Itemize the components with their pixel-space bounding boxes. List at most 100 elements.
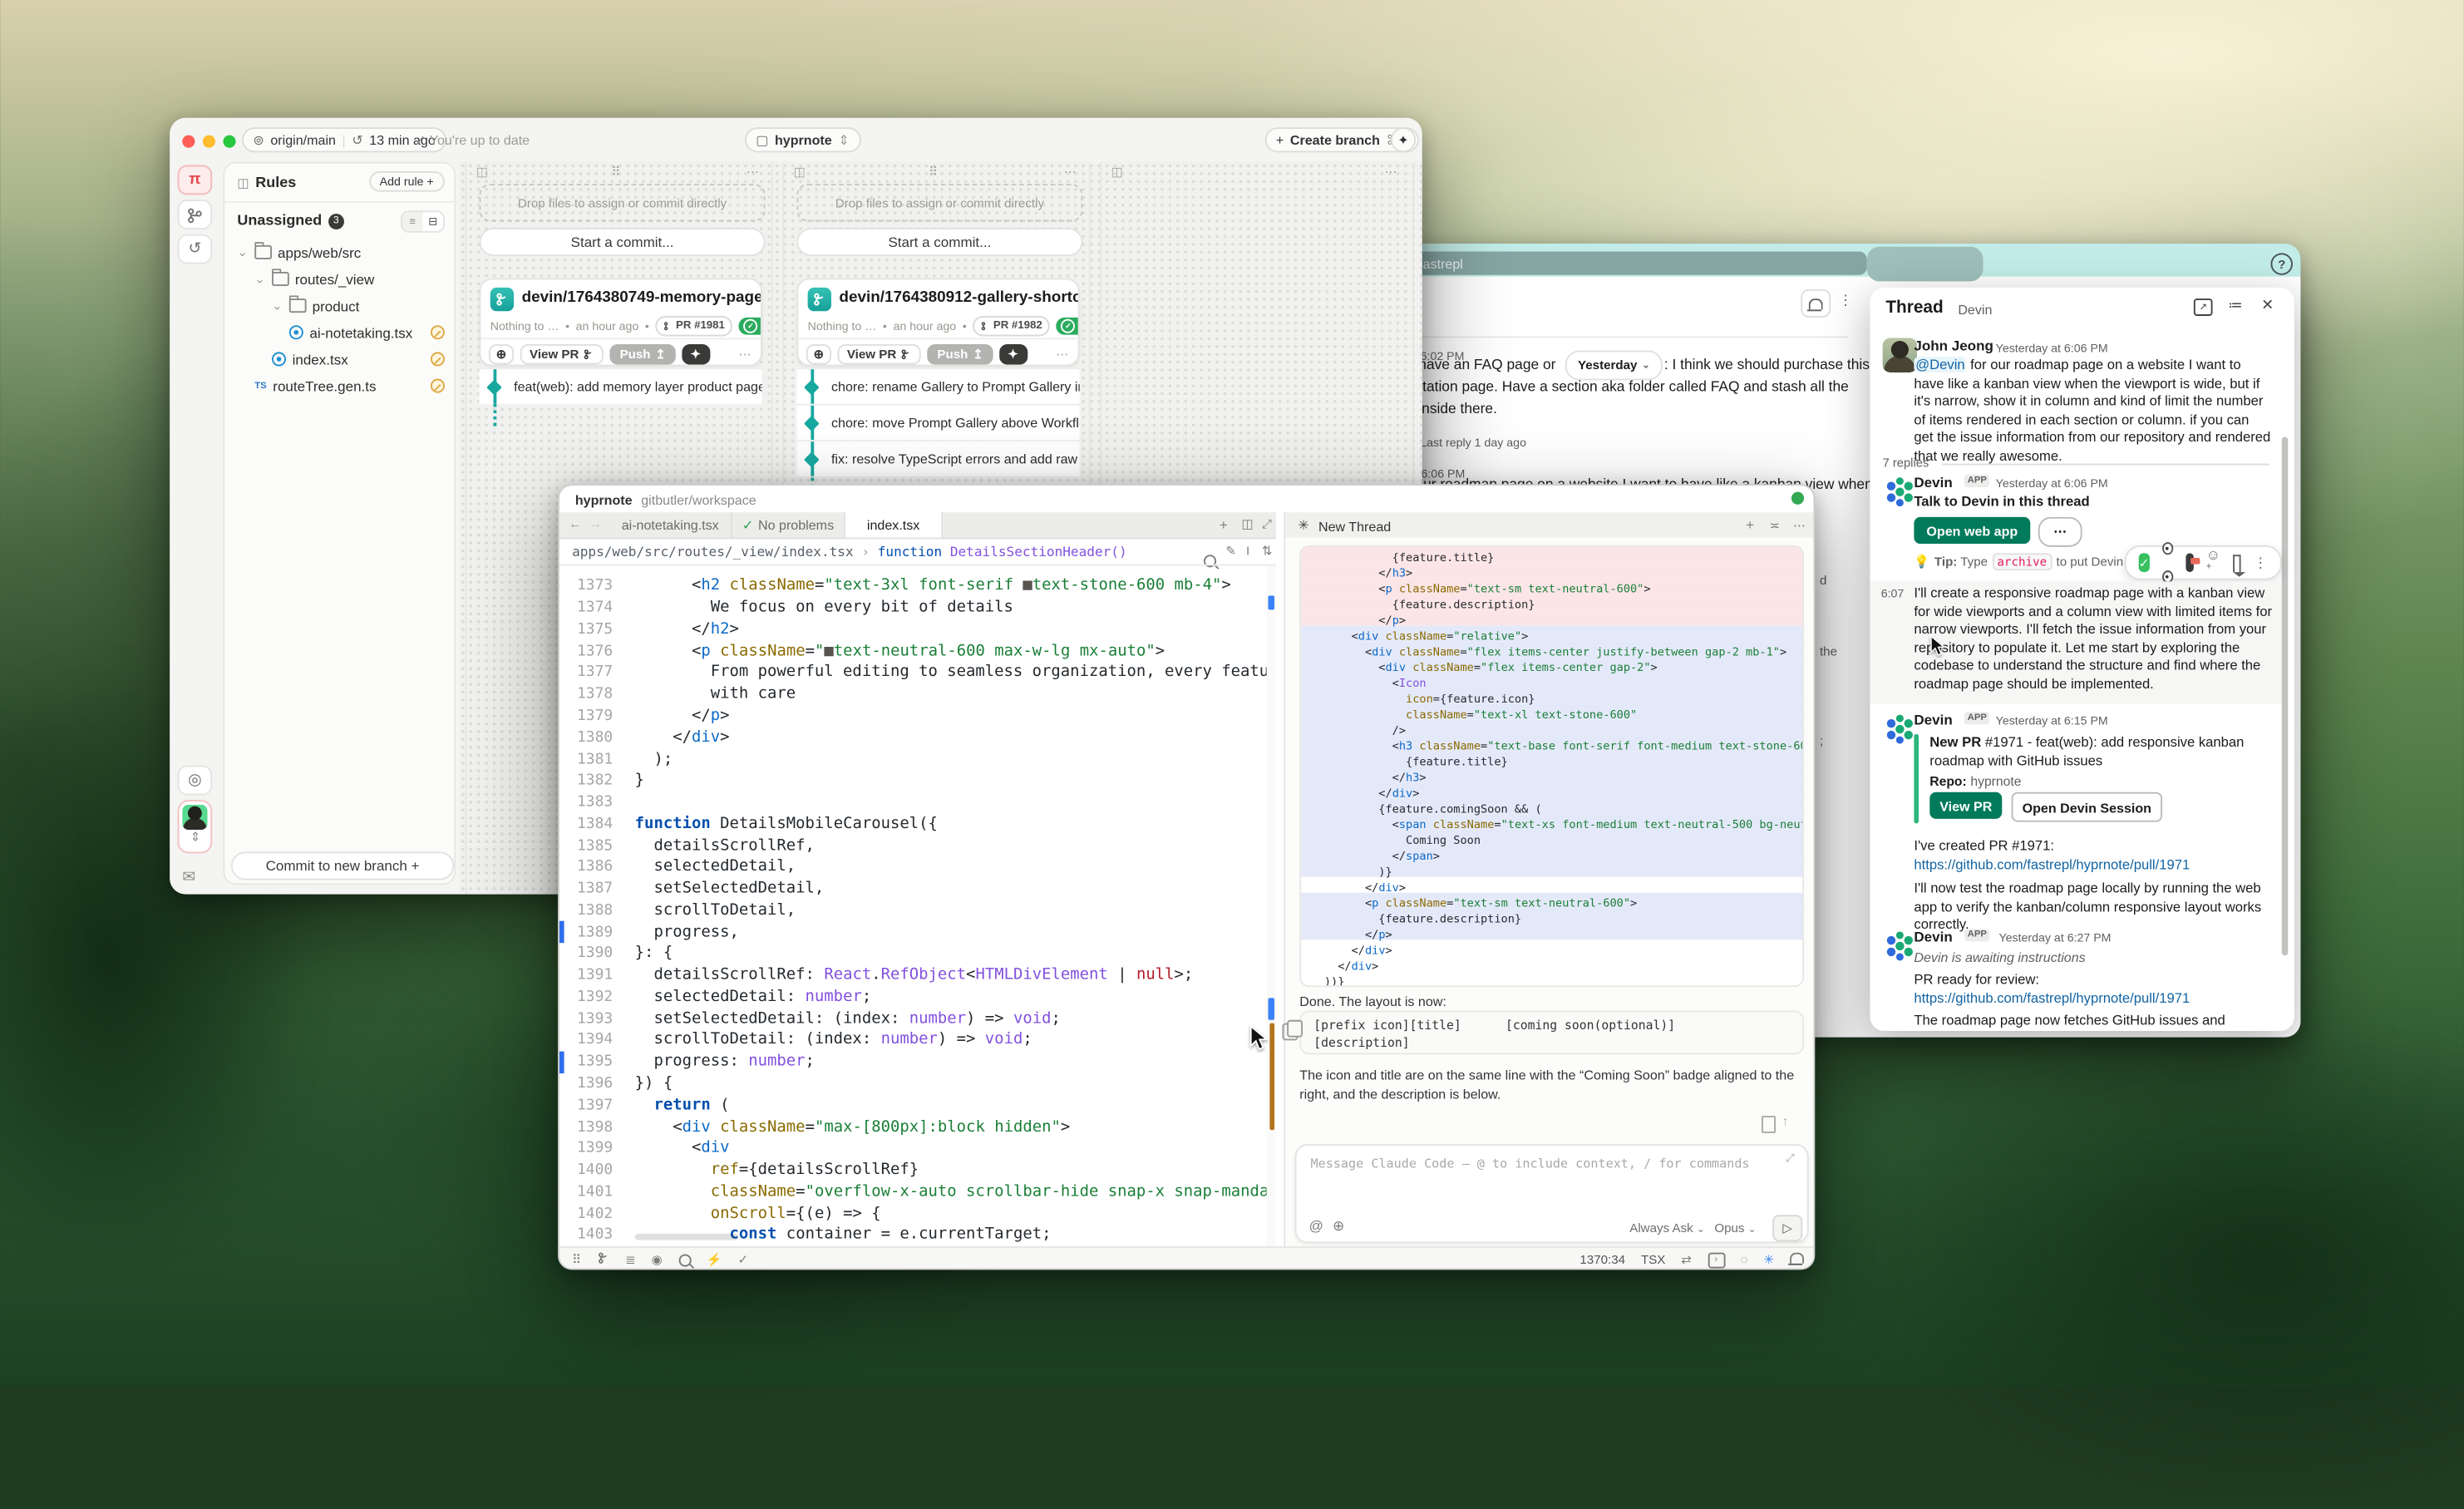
- new-tab-icon[interactable]: +: [1220, 517, 1228, 533]
- timestamp[interactable]: Yesterday at 6:06 PM: [1996, 476, 2108, 491]
- code-line[interactable]: 1396}) {: [559, 1073, 1267, 1094]
- lane-menu-icon[interactable]: ⋯: [747, 165, 759, 179]
- new-thread-icon[interactable]: +: [1746, 517, 1754, 533]
- timestamp[interactable]: Yesterday at 6:06 PM: [1996, 340, 2108, 354]
- kebab-icon[interactable]: ⋮: [1839, 293, 1853, 310]
- drag-handle-icon[interactable]: ⠿: [611, 165, 622, 179]
- ai-button[interactable]: ✦: [682, 344, 710, 365]
- thread-scrollbar[interactable]: [2282, 437, 2289, 956]
- devin-avatar[interactable]: [1883, 929, 1918, 964]
- pr-badge[interactable]: PR #1981: [655, 316, 732, 337]
- author-name[interactable]: Devin: [1914, 475, 1952, 491]
- cursor-position[interactable]: 1370:34: [1579, 1253, 1625, 1267]
- commit-to-new-branch-button[interactable]: Commit to new branch +: [231, 852, 454, 880]
- card-menu-icon[interactable]: ⋯: [738, 348, 751, 362]
- code-line[interactable]: 1379 </p>: [559, 705, 1267, 727]
- open-devin-session-button[interactable]: Open Devin Session: [2012, 792, 2162, 822]
- tab-index-tsx[interactable]: index.tsx: [845, 512, 943, 537]
- more-icon[interactable]: ⋯: [1793, 519, 1806, 533]
- commit-row[interactable]: fix: resolve TypeScript errors and add r…: [796, 440, 1079, 476]
- code-line[interactable]: 1382}: [559, 770, 1267, 791]
- file-tree-item[interactable]: TSrouteTree.gen.ts: [231, 372, 451, 399]
- branch-card[interactable]: devin/1764380912-gallery-shortcuts Nothi…: [796, 279, 1079, 367]
- branch-name[interactable]: devin/1764380749-memory-page: [522, 289, 762, 307]
- feedback-button[interactable]: ✉: [182, 869, 195, 886]
- slack-search-input[interactable]: Search Fastrepl: [1403, 251, 1867, 274]
- push-button[interactable]: Push ↥: [928, 344, 993, 365]
- commit-row[interactable]: feat(web): add memory layer product page: [480, 367, 762, 403]
- list-view-toggle[interactable]: ≡: [402, 212, 423, 231]
- check-emoji-reaction[interactable]: ✓: [2139, 553, 2150, 572]
- code-line[interactable]: 1385 detailsScrollRef,: [559, 835, 1267, 856]
- horizontal-scrollbar[interactable]: [635, 1234, 739, 1240]
- review-button[interactable]: ⊕: [806, 344, 831, 365]
- checklist-icon[interactable]: ≔: [2228, 297, 2242, 314]
- bell-icon[interactable]: [1790, 1253, 1804, 1267]
- add-reaction-icon[interactable]: ☺+: [2206, 547, 2220, 579]
- code-line[interactable]: 1373 <h2 className="text-3xl font-serif …: [559, 575, 1267, 597]
- code-line[interactable]: 1384function DetailsMobileCarousel({: [559, 813, 1267, 835]
- timestamp[interactable]: Yesterday at 6:27 PM: [1998, 930, 2111, 944]
- review-button[interactable]: ⊕: [489, 344, 514, 365]
- branch-card[interactable]: devin/1764380749-memory-page Nothing to …: [480, 279, 762, 367]
- scroll-up-icon[interactable]: ↑: [1782, 1114, 1789, 1128]
- ai-button[interactable]: ✦: [999, 344, 1027, 365]
- author-name[interactable]: Devin: [1914, 929, 1952, 944]
- actions-icon[interactable]: ⚡: [707, 1253, 722, 1267]
- card-menu-icon[interactable]: ⋯: [1056, 348, 1068, 362]
- model-select[interactable]: Opus ⌄: [1714, 1221, 1756, 1235]
- code-line[interactable]: 1387 setSelectedDetail,: [559, 878, 1267, 900]
- view-pr-button[interactable]: View PR: [838, 344, 922, 365]
- debug-icon[interactable]: ◌: [1741, 1253, 1748, 1267]
- close-window-icon[interactable]: [182, 136, 195, 148]
- copy-icon[interactable]: [1282, 1023, 1298, 1041]
- traffic-lights[interactable]: [182, 127, 244, 155]
- help-icon[interactable]: ?: [2270, 253, 2292, 274]
- replies-count[interactable]: 7 replies: [1883, 456, 1929, 470]
- code-line[interactable]: 1386 selectedDetail,: [559, 856, 1267, 878]
- code-line[interactable]: 1378 with care: [559, 683, 1267, 705]
- panel-icon[interactable]: ◫: [794, 165, 806, 179]
- code-line[interactable]: 1398 <div className="max-[800px]:block h…: [559, 1116, 1267, 1137]
- start-commit-button[interactable]: Start a commit...: [796, 228, 1082, 256]
- drop-zone[interactable]: Drop files to assign or commit directly: [796, 184, 1082, 221]
- code-line[interactable]: 1400 ref={detailsScrollRef}: [559, 1159, 1267, 1181]
- code-line[interactable]: 1394 scrollToDetail: (index: number) => …: [559, 1029, 1267, 1051]
- custom-emoji-reaction[interactable]: [2186, 553, 2194, 572]
- search-icon[interactable]: [678, 1253, 691, 1267]
- lane-menu-icon[interactable]: ⋯: [1064, 165, 1077, 179]
- terminal-icon[interactable]: ›: [1708, 1252, 1725, 1268]
- push-button[interactable]: Push ↥: [610, 344, 675, 365]
- code-line[interactable]: 1375 </h2>: [559, 619, 1267, 640]
- code-line[interactable]: 1399 <div: [559, 1137, 1267, 1159]
- drag-handle-icon[interactable]: ⠿: [929, 165, 939, 179]
- scrollbar[interactable]: [1267, 566, 1276, 1246]
- commit-row[interactable]: chore: move Prompt Gallery above Workflo…: [796, 404, 1079, 440]
- more-icon[interactable]: ⋮: [2254, 554, 2268, 571]
- pr-attachment-title[interactable]: New PR #1971 - feat(web): add responsive…: [1929, 734, 2263, 771]
- devin-avatar[interactable]: [1883, 712, 1918, 747]
- search-icon[interactable]: [1204, 547, 1216, 575]
- more-actions-button[interactable]: ⋯: [2038, 517, 2082, 547]
- drop-zone[interactable]: Drop files to assign or commit directly: [480, 184, 766, 221]
- ci-status-badge[interactable]: ✓Passed: [739, 318, 762, 335]
- devin-avatar[interactable]: [1883, 475, 1918, 510]
- file-tree-item[interactable]: ai-notetaking.tsx: [231, 319, 451, 346]
- history-icon[interactable]: ≍: [1769, 519, 1780, 533]
- file-tree-item[interactable]: ⌄product: [231, 293, 451, 319]
- grid-icon[interactable]: ⠿: [572, 1253, 581, 1267]
- ai-actions-button[interactable]: ✦: [1391, 127, 1416, 152]
- code-line[interactable]: 1391 detailsScrollRef: React.RefObject<H…: [559, 964, 1267, 986]
- back-icon[interactable]: ←: [569, 517, 581, 531]
- code-line[interactable]: 1377 From powerful editing to seamless o…: [559, 662, 1267, 683]
- code-line[interactable]: 1395 progress: number;: [559, 1051, 1267, 1073]
- john-avatar[interactable]: [1883, 338, 1918, 372]
- workspace-status-icon[interactable]: [1791, 492, 1804, 505]
- sort-icon[interactable]: ⇅: [1262, 544, 1273, 558]
- code-line[interactable]: 1393 setSelectedDetail: (index: number) …: [559, 1008, 1267, 1029]
- message-input[interactable]: Message Claude Code — @ to include conte…: [1295, 1144, 1809, 1243]
- code-line[interactable]: 1389 progress,: [559, 921, 1267, 943]
- code-line[interactable]: 1397 return (: [559, 1094, 1267, 1116]
- rail-history-button[interactable]: ↺: [178, 234, 213, 264]
- send-button[interactable]: ▷: [1772, 1215, 1802, 1241]
